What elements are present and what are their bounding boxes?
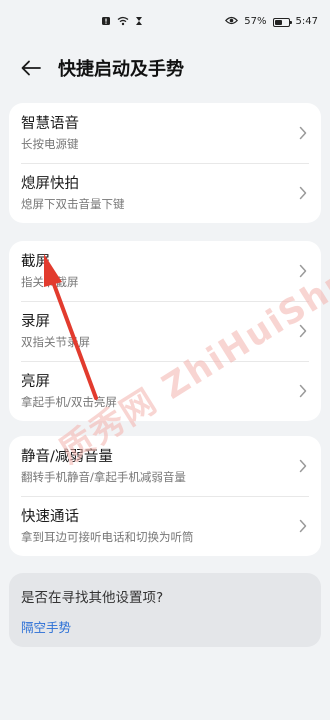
setting-title: 熄屏快拍 — [21, 175, 79, 192]
chevron-right-icon — [299, 264, 307, 278]
chevron-right-icon — [299, 186, 307, 200]
setting-subtitle: 熄屏下双击音量下键 — [21, 196, 125, 211]
arrow-left-icon — [21, 60, 41, 76]
chevron-right-icon — [299, 519, 307, 533]
setting-subtitle: 双指关节录屏 — [21, 334, 90, 349]
chevron-right-icon — [299, 126, 307, 140]
setting-subtitle: 长按电源键 — [21, 136, 79, 151]
setting-row-screen-record[interactable]: 录屏 双指关节录屏 — [9, 301, 321, 361]
setting-row-quick-call[interactable]: 快速通话 拿到耳边可接听电话和切换为听筒 — [9, 496, 321, 556]
setting-row-screenshot[interactable]: 截屏 指关节截屏 — [9, 241, 321, 301]
setting-row-voice[interactable]: 智慧语音 长按电源键 — [9, 103, 321, 163]
chevron-right-icon — [299, 459, 307, 473]
settings-group-3: 静音/减弱音量 翻转手机静音/拿起手机减弱音量 快速通话 拿到耳边可接听电话和切… — [9, 436, 321, 556]
notification-icon — [101, 16, 111, 29]
settings-group-1: 智慧语音 长按电源键 熄屏快拍 熄屏下双击音量下键 — [9, 103, 321, 223]
setting-row-wake-screen[interactable]: 亮屏 拿起手机/双击亮屏 — [9, 361, 321, 421]
page-header: 快捷启动及手势 — [0, 44, 330, 92]
battery-icon — [272, 17, 292, 27]
chevron-right-icon — [299, 324, 307, 338]
status-right: 57% 5:47 — [101, 16, 318, 29]
eye-comfort-icon — [225, 16, 239, 28]
chevron-right-icon — [299, 384, 307, 398]
page-title: 快捷启动及手势 — [58, 59, 184, 80]
suggestion-card: 是否在寻找其他设置项? 隔空手势 — [9, 573, 321, 647]
setting-subtitle: 指关节截屏 — [21, 274, 79, 289]
wifi-icon — [117, 16, 129, 29]
battery-fill — [274, 19, 282, 25]
hourglass-icon — [135, 16, 143, 29]
setting-title: 亮屏 — [21, 373, 50, 390]
setting-subtitle: 翻转手机静音/拿起手机减弱音量 — [21, 469, 186, 484]
setting-title: 录屏 — [21, 313, 50, 330]
setting-title: 静音/减弱音量 — [21, 448, 113, 465]
setting-title: 截屏 — [21, 253, 50, 270]
setting-row-mute[interactable]: 静音/减弱音量 翻转手机静音/拿起手机减弱音量 — [9, 436, 321, 496]
setting-subtitle: 拿到耳边可接听电话和切换为听筒 — [21, 529, 194, 544]
suggestion-question: 是否在寻找其他设置项? — [21, 590, 164, 606]
status-bar: 57% 5:47 — [0, 0, 330, 44]
air-gesture-link[interactable]: 隔空手势 — [21, 617, 71, 636]
battery-percent: 57% — [244, 16, 267, 27]
setting-title: 智慧语音 — [21, 115, 79, 132]
settings-group-2: 截屏 指关节截屏 录屏 双指关节录屏 亮屏 拿起手机/双击亮屏 — [9, 241, 321, 421]
setting-row-off-screen-snapshot[interactable]: 熄屏快拍 熄屏下双击音量下键 — [9, 163, 321, 223]
clock: 5:47 — [295, 16, 318, 27]
back-button[interactable] — [18, 55, 44, 81]
setting-title: 快速通话 — [21, 508, 79, 525]
setting-subtitle: 拿起手机/双击亮屏 — [21, 394, 117, 409]
